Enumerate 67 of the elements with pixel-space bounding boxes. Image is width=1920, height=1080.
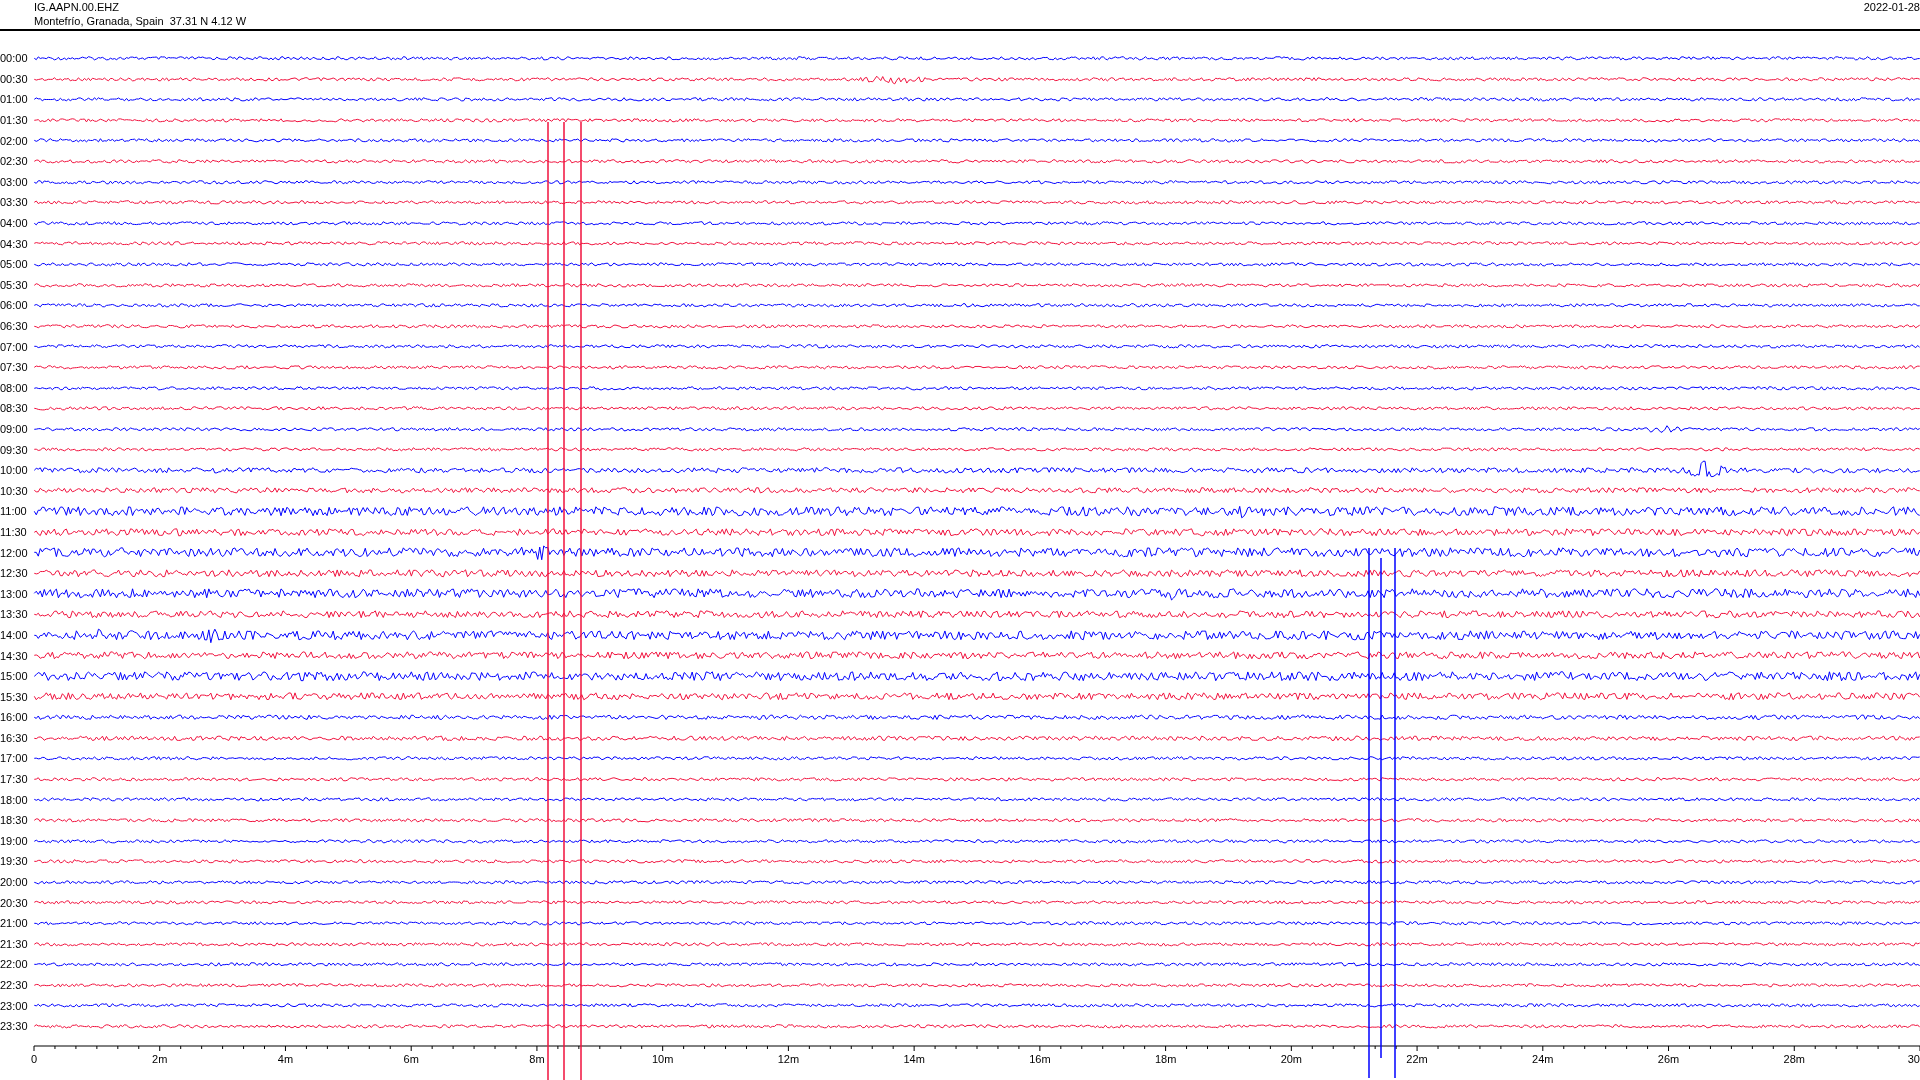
row-time-label: 04:00 — [0, 217, 29, 230]
row-time-label: 10:30 — [0, 484, 29, 497]
row-time-label: 22:30 — [0, 979, 29, 991]
row-time-label: 17:30 — [0, 773, 29, 786]
axis-tick-label: 24m — [1532, 1052, 1554, 1065]
row-time-label: 20:00 — [0, 876, 29, 889]
row-time-label: 06:00 — [0, 299, 29, 312]
row-time-label: 23:00 — [0, 999, 29, 1012]
row-time-label: 11:30 — [0, 525, 28, 538]
row-time-label: 00:30 — [0, 72, 29, 85]
row-time-label: 05:00 — [0, 258, 29, 271]
row-time-label: 12:30 — [0, 567, 29, 580]
axis-tick-label: 22m — [1406, 1052, 1428, 1065]
row-time-label: 13:00 — [0, 587, 29, 600]
row-time-label: 01:00 — [0, 93, 29, 106]
row-time-label: 09:30 — [0, 443, 29, 456]
axis-tick-label: 26m — [1657, 1052, 1680, 1065]
axis-tick-label: 4m — [277, 1052, 294, 1065]
row-time-label: 16:00 — [0, 711, 29, 724]
row-time-label: 15:30 — [0, 690, 29, 703]
row-time-label: 05:30 — [0, 278, 29, 291]
row-time-label: 02:00 — [0, 134, 29, 147]
row-time-label: 07:30 — [0, 361, 29, 374]
row-time-label: 19:00 — [0, 834, 29, 847]
row-time-label: 10:00 — [0, 464, 29, 477]
row-time-label: 22:00 — [0, 958, 29, 971]
row-time-label: 15:00 — [0, 670, 29, 683]
axis-tick-label: 16m — [1029, 1052, 1051, 1065]
station-location: Montefrío, Granada, Spain 37.31 N 4.12 W — [34, 14, 247, 28]
row-time-label: 17:00 — [0, 752, 29, 765]
row-time-label: 18:00 — [0, 793, 29, 806]
row-time-label: 08:30 — [0, 402, 29, 415]
axis-tick-label: 20m — [1280, 1052, 1303, 1065]
row-time-label: 20:30 — [0, 896, 29, 909]
axis-tick-label: 12m — [777, 1052, 800, 1065]
axis-tick-label: 28m — [1783, 1052, 1805, 1065]
row-time-label: 23:30 — [0, 1020, 29, 1033]
row-time-label: 09:00 — [0, 423, 29, 435]
axis-tick-label: 10m — [651, 1052, 674, 1065]
row-time-label: 14:00 — [0, 628, 29, 641]
axis-tick-label: 6m — [403, 1052, 419, 1065]
row-time-label: 19:30 — [0, 855, 29, 868]
axis-tick-label: 8m — [529, 1052, 545, 1065]
record-date: 2022-01-28 — [1863, 0, 1920, 15]
axis-tick-label: 2m — [152, 1052, 168, 1065]
row-time-label: 18:30 — [0, 814, 29, 827]
row-time-label: 01:30 — [0, 114, 29, 127]
station-code: IG.AAPN.00.EHZ — [34, 0, 120, 14]
row-time-label: 06:30 — [0, 320, 29, 332]
row-time-label: 16:30 — [0, 731, 29, 744]
axis-tick-label: 18m — [1154, 1052, 1177, 1065]
row-time-label: 12:00 — [0, 546, 29, 559]
axis-tick-label: 0 — [30, 1052, 38, 1065]
axis-tick-label: 14m — [903, 1052, 925, 1065]
row-time-label: 21:30 — [0, 937, 29, 950]
row-time-label: 03:00 — [0, 175, 29, 188]
axis-tick-label: 30 — [1907, 1052, 1920, 1065]
row-time-label: 14:30 — [0, 649, 29, 662]
row-time-label: 11:00 — [0, 505, 28, 518]
row-time-label: 08:00 — [0, 381, 29, 394]
row-time-label: 13:30 — [0, 608, 29, 621]
row-time-label: 03:30 — [0, 196, 29, 209]
row-time-label: 02:30 — [0, 155, 29, 168]
row-time-label: 00:00 — [0, 52, 29, 65]
row-time-label: 21:00 — [0, 917, 29, 930]
row-time-label: 04:30 — [0, 237, 29, 250]
row-time-label: 07:00 — [0, 340, 29, 353]
